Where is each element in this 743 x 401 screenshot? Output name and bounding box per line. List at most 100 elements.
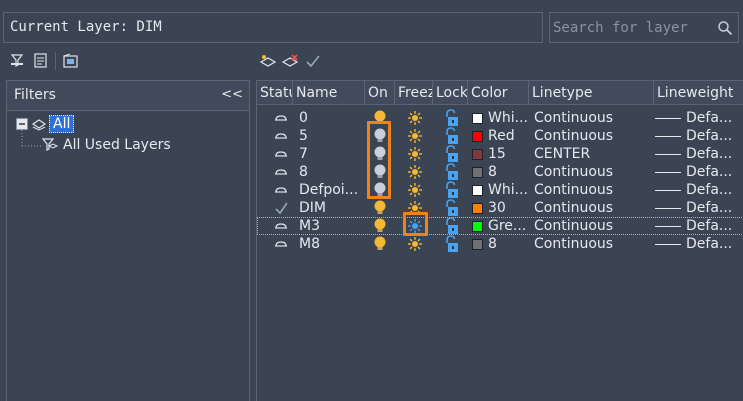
column-header-color[interactable]: Color: [468, 81, 529, 105]
current-layer-check-icon: [275, 202, 288, 215]
toolbar-separator: [55, 52, 56, 70]
column-header-lineweight[interactable]: Lineweight: [654, 81, 743, 105]
lineweight[interactable]: Defa...: [686, 235, 742, 253]
tree-node-all[interactable]: All: [16, 115, 75, 133]
unlock-icon[interactable]: [444, 217, 460, 235]
search-box[interactable]: [549, 12, 739, 43]
collapse-filters-button[interactable]: <<: [221, 87, 243, 102]
current-layer-label: Current Layer: DIM: [3, 12, 543, 43]
color-name[interactable]: Red: [488, 127, 528, 145]
color-swatch[interactable]: [472, 185, 483, 196]
layer-name[interactable]: 5: [299, 127, 363, 145]
linetype[interactable]: Continuous: [534, 217, 652, 235]
color-swatch[interactable]: [472, 221, 483, 232]
layer-row[interactable]: DIM 30 Continuous Defa...: [257, 199, 743, 217]
linetype[interactable]: CENTER: [534, 145, 652, 163]
thawed-sun-icon[interactable]: [407, 236, 423, 252]
layer-name[interactable]: Defpoi...: [299, 181, 363, 199]
lineweight[interactable]: Defa...: [686, 181, 742, 199]
color-name[interactable]: 8: [488, 163, 528, 181]
lineweight-sample: [655, 190, 681, 191]
linetype[interactable]: Continuous: [534, 109, 652, 127]
new-group-filter-icon[interactable]: [32, 53, 50, 69]
color-swatch[interactable]: [472, 113, 483, 124]
lineweight-sample: [655, 208, 681, 209]
new-property-filter-icon[interactable]: [10, 53, 28, 69]
color-name[interactable]: 15: [488, 145, 528, 163]
bulb-on-icon[interactable]: [373, 235, 387, 253]
layer-row[interactable]: 7 15 CENTER Defa...: [257, 145, 743, 163]
unlock-icon[interactable]: [444, 181, 460, 199]
color-swatch[interactable]: [472, 239, 483, 250]
column-header-name[interactable]: Name: [293, 81, 365, 105]
color-name[interactable]: Whi...: [488, 181, 528, 199]
unlock-icon[interactable]: [444, 163, 460, 181]
freeze-cell-highlight: [403, 212, 428, 236]
lineweight[interactable]: Defa...: [686, 163, 742, 181]
thawed-sun-icon[interactable]: [407, 182, 423, 198]
layer-row[interactable]: M8 8 Continuous Defa...: [257, 235, 743, 253]
linetype[interactable]: Continuous: [534, 235, 652, 253]
column-header-status[interactable]: Status: [257, 81, 293, 105]
color-swatch[interactable]: [472, 149, 483, 160]
linetype[interactable]: Continuous: [534, 181, 652, 199]
bulb-on-icon[interactable]: [373, 217, 387, 235]
layer-name[interactable]: 0: [299, 109, 363, 127]
thawed-sun-icon[interactable]: [407, 146, 423, 162]
layer-name[interactable]: M8: [299, 235, 363, 253]
layer-row[interactable]: Defpoi... Whi... Continuous Defa...: [257, 181, 743, 199]
unlock-icon[interactable]: [444, 199, 460, 217]
column-header-lock[interactable]: Lock: [433, 81, 468, 105]
color-swatch[interactable]: [472, 167, 483, 178]
unlock-icon[interactable]: [444, 127, 460, 145]
layer-status-icon: [275, 133, 287, 139]
layer-row[interactable]: 0 Whi... Continuous Defa...: [257, 109, 743, 127]
tree-node-all-used-layers[interactable]: All Used Layers: [41, 137, 171, 153]
column-header-linetype[interactable]: Linetype: [529, 81, 654, 105]
new-layer-icon[interactable]: [259, 53, 277, 69]
thawed-sun-icon[interactable]: [407, 110, 423, 126]
unlock-icon[interactable]: [444, 145, 460, 163]
color-name[interactable]: 30: [488, 199, 528, 217]
layer-name[interactable]: DIM: [299, 199, 363, 217]
linetype[interactable]: Continuous: [534, 127, 652, 145]
layer-name[interactable]: 7: [299, 145, 363, 163]
search-input[interactable]: [553, 17, 713, 39]
color-swatch[interactable]: [472, 203, 483, 214]
lineweight-sample: [655, 244, 681, 245]
layer-name[interactable]: M3: [299, 217, 363, 235]
collapse-tree-icon[interactable]: [16, 118, 28, 130]
filters-panel: Filters << All All Used Layers: [6, 80, 250, 401]
linetype[interactable]: Continuous: [534, 163, 652, 181]
bulb-on-icon[interactable]: [373, 199, 387, 217]
color-name[interactable]: Gre...: [488, 217, 528, 235]
search-icon[interactable]: [717, 20, 733, 36]
tree-all-label[interactable]: All: [49, 115, 75, 133]
unlock-icon[interactable]: [444, 109, 460, 127]
layer-row[interactable]: M3 Gre... Continuous Defa...: [257, 217, 743, 235]
lineweight[interactable]: Defa...: [686, 199, 742, 217]
layer-row[interactable]: 8 8 Continuous Defa...: [257, 163, 743, 181]
color-name[interactable]: 8: [488, 235, 528, 253]
lineweight[interactable]: Defa...: [686, 109, 742, 127]
linetype[interactable]: Continuous: [534, 199, 652, 217]
delete-layer-icon[interactable]: [281, 53, 299, 69]
lineweight[interactable]: Defa...: [686, 127, 742, 145]
layer-states-manager-icon[interactable]: [62, 53, 80, 69]
color-name[interactable]: Whi...: [488, 109, 528, 127]
layer-row[interactable]: 5 Red Continuous Defa...: [257, 127, 743, 145]
lineweight-sample: [655, 118, 681, 119]
unlock-icon[interactable]: [444, 235, 460, 253]
thawed-sun-icon[interactable]: [407, 128, 423, 144]
lineweight[interactable]: Defa...: [686, 145, 742, 163]
column-header-freeze[interactable]: Freeze: [395, 81, 433, 105]
filters-header: Filters <<: [7, 81, 249, 111]
lineweight[interactable]: Defa...: [686, 217, 742, 235]
set-current-icon[interactable]: [304, 53, 322, 69]
layer-status-icon: [275, 169, 287, 175]
thawed-sun-icon[interactable]: [407, 164, 423, 180]
color-swatch[interactable]: [472, 131, 483, 142]
layer-status-icon: [275, 115, 287, 121]
layer-name[interactable]: 8: [299, 163, 363, 181]
column-header-on[interactable]: On: [365, 81, 395, 105]
